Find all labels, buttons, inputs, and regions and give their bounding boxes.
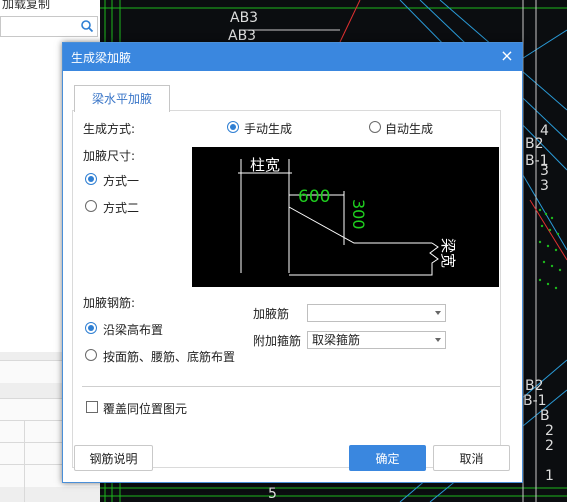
cad-label: B2 [525,378,544,394]
haunch-bar-select[interactable] [307,304,446,322]
cad-label: 3 [540,178,549,194]
radio-by-top-waist-bottom-label[interactable]: 按面筋、腰筋、底筋布置 [103,348,235,365]
dialog-title: 生成梁加腋 [71,51,132,65]
column-width-label: 柱宽 [250,156,280,174]
additional-stirrup-select[interactable]: 取梁箍筋 [307,331,446,349]
close-button[interactable]: × [498,47,516,65]
radio-along-beam-height[interactable] [85,322,97,334]
left-panel-search-input[interactable] [0,16,98,37]
section-divider [82,386,500,387]
cad-label: 3 [540,163,549,179]
radio-auto-generate-label[interactable]: 自动生成 [385,120,433,137]
dialog-titlebar[interactable]: 生成梁加腋 × [63,43,522,71]
table-divider [24,420,25,502]
radio-size-method-1-label[interactable]: 方式一 [103,172,139,189]
beam-width-label: 梁宽 [439,238,457,268]
chevron-down-icon[interactable] [435,338,441,342]
radio-manual-generate[interactable] [227,121,239,133]
haunch-height-value: 300 [349,199,368,230]
radio-size-method-1[interactable] [85,173,97,185]
cad-label: 2 [545,423,554,439]
radio-along-beam-height-label[interactable]: 沿梁高布置 [103,321,163,338]
cad-label: B [540,408,550,424]
overlay-same-position-label[interactable]: 覆盖同位置图元 [103,400,187,417]
close-icon[interactable]: × [500,46,513,65]
left-panel-header: 加载复制 [0,0,100,16]
radio-manual-generate-label[interactable]: 手动生成 [244,120,292,137]
cad-label: 2 [545,438,554,454]
rebar-notes-button[interactable]: 钢筋说明 [74,445,153,471]
cad-label: AB3 [230,10,258,26]
radio-by-top-waist-bottom[interactable] [85,349,97,361]
haunch-bar-label: 加腋筋 [253,307,290,321]
radio-auto-generate[interactable] [369,121,381,133]
haunch-rebar-label: 加腋钢筋: [83,296,136,310]
cad-label: B-1 [523,393,547,409]
cad-label: 5 [268,486,277,502]
haunch-size-label: 加腋尺寸: [83,149,136,163]
haunch-preview-diagram: 柱宽 600 300 梁宽 [192,147,499,287]
radio-size-method-2-label[interactable]: 方式二 [103,199,139,216]
cancel-button[interactable]: 取消 [433,445,510,471]
search-icon[interactable] [80,19,94,33]
overlay-same-position-checkbox[interactable] [86,401,98,413]
tab-horizontal-haunch[interactable]: 梁水平加腋 [74,85,170,112]
generate-beam-haunch-dialog: 生成梁加腋 × 梁水平加腋 生成方式: 手动生成 自动生成 加腋尺寸: 方式一 … [62,42,523,483]
ok-button[interactable]: 确定 [349,445,426,471]
chevron-down-icon[interactable] [435,311,441,315]
haunch-length-value: 600 [298,187,330,207]
additional-stirrup-label: 附加箍筋 [253,334,302,348]
cad-label: 4 [540,123,549,139]
left-panel-header-text: 加载复制 [2,0,51,11]
radio-size-method-2[interactable] [85,200,97,212]
cad-label: 1 [545,468,554,484]
additional-stirrup-value: 取梁箍筋 [312,333,361,347]
generation-mode-label: 生成方式: [83,122,136,136]
